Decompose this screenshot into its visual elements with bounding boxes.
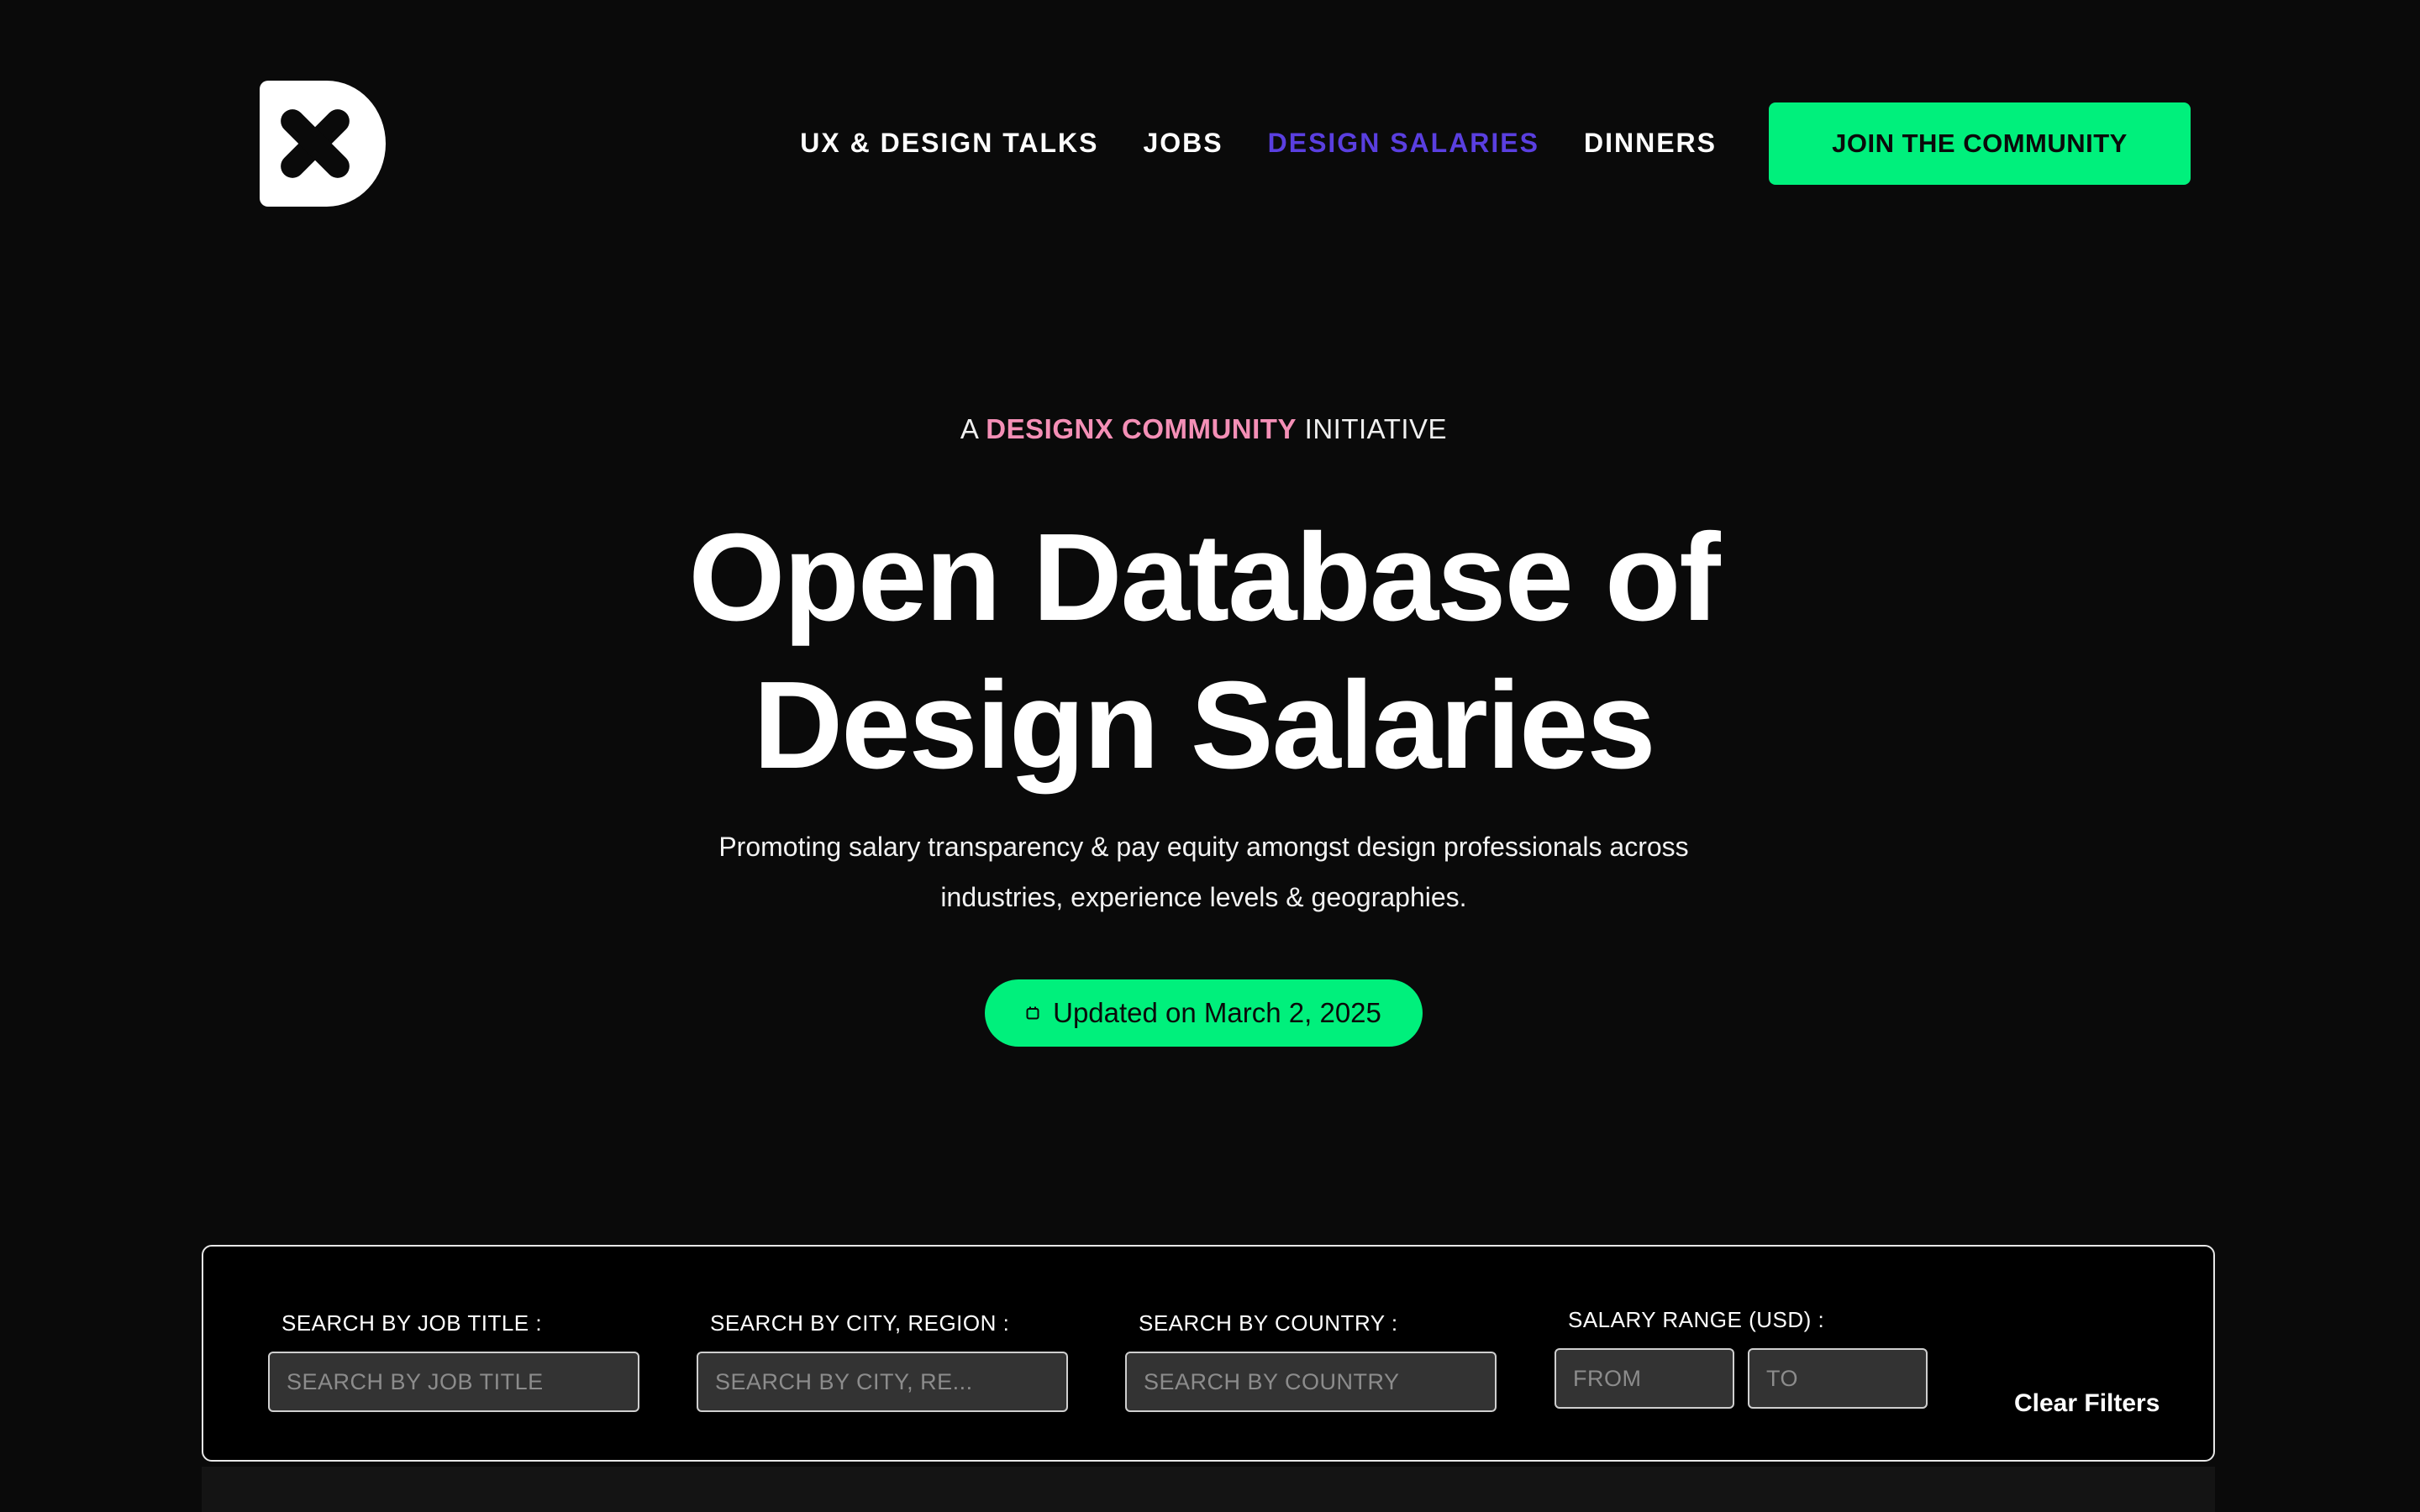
hero-eyebrow: A DESIGNX COMMUNITY INITIATIVE [0, 413, 2407, 445]
nav-link-jobs[interactable]: JOBS [1143, 128, 1223, 159]
nav-link-dinners[interactable]: DINNERS [1584, 128, 1717, 159]
nav-link-ux-design-talks[interactable]: UX & DESIGN TALKS [800, 128, 1098, 159]
job-title-filter: SEARCH BY JOB TITLE : [268, 1310, 639, 1412]
job-title-search-input[interactable] [268, 1352, 639, 1412]
calendar-icon [1026, 1006, 1039, 1020]
designx-logo-icon[interactable] [260, 81, 386, 207]
results-table-top [202, 1467, 2215, 1512]
salary-range-filter: SALARY RANGE (USD) : [1555, 1307, 1928, 1409]
eyebrow-prefix: A [960, 413, 978, 444]
country-label: SEARCH BY COUNTRY : [1139, 1310, 1398, 1336]
country-filter: SEARCH BY COUNTRY : [1125, 1310, 1497, 1412]
job-title-label: SEARCH BY JOB TITLE : [281, 1310, 543, 1336]
updated-badge: Updated on March 2, 2025 [985, 979, 1423, 1047]
salary-from-input[interactable] [1555, 1348, 1734, 1409]
join-community-button[interactable]: JOIN THE COMMUNITY [1769, 102, 2191, 185]
city-label: SEARCH BY CITY, REGION : [710, 1310, 1010, 1336]
city-filter: SEARCH BY CITY, REGION : [697, 1310, 1068, 1412]
salary-range-inputs [1555, 1333, 1928, 1409]
page-title: Open Database of Design Salaries [0, 504, 2407, 800]
city-search-input[interactable] [697, 1352, 1068, 1412]
page: UX & DESIGN TALKS JOBS DESIGN SALARIES D… [0, 0, 2420, 1512]
salary-range-label: SALARY RANGE (USD) : [1568, 1307, 1825, 1332]
updated-label: Updated on March 2, 2025 [1053, 997, 1381, 1028]
filters-panel: SEARCH BY JOB TITLE : SEARCH BY CITY, RE… [202, 1245, 2215, 1462]
eyebrow-highlight[interactable]: DESIGNX COMMUNITY [986, 413, 1297, 444]
nav-link-design-salaries[interactable]: DESIGN SALARIES [1268, 128, 1539, 159]
country-search-input[interactable] [1125, 1352, 1497, 1412]
page-title-line-1: Open Database of [688, 508, 1720, 647]
hero-subtitle: Promoting salary transparency & pay equi… [718, 832, 1689, 912]
page-title-line-2: Design Salaries [753, 656, 1655, 795]
main-nav: UX & DESIGN TALKS JOBS DESIGN SALARIES D… [800, 124, 1717, 161]
salary-to-input[interactable] [1748, 1348, 1928, 1409]
clear-filters-button[interactable]: Clear Filters [2014, 1389, 2160, 1418]
eyebrow-suffix: INITIATIVE [1304, 413, 1448, 444]
